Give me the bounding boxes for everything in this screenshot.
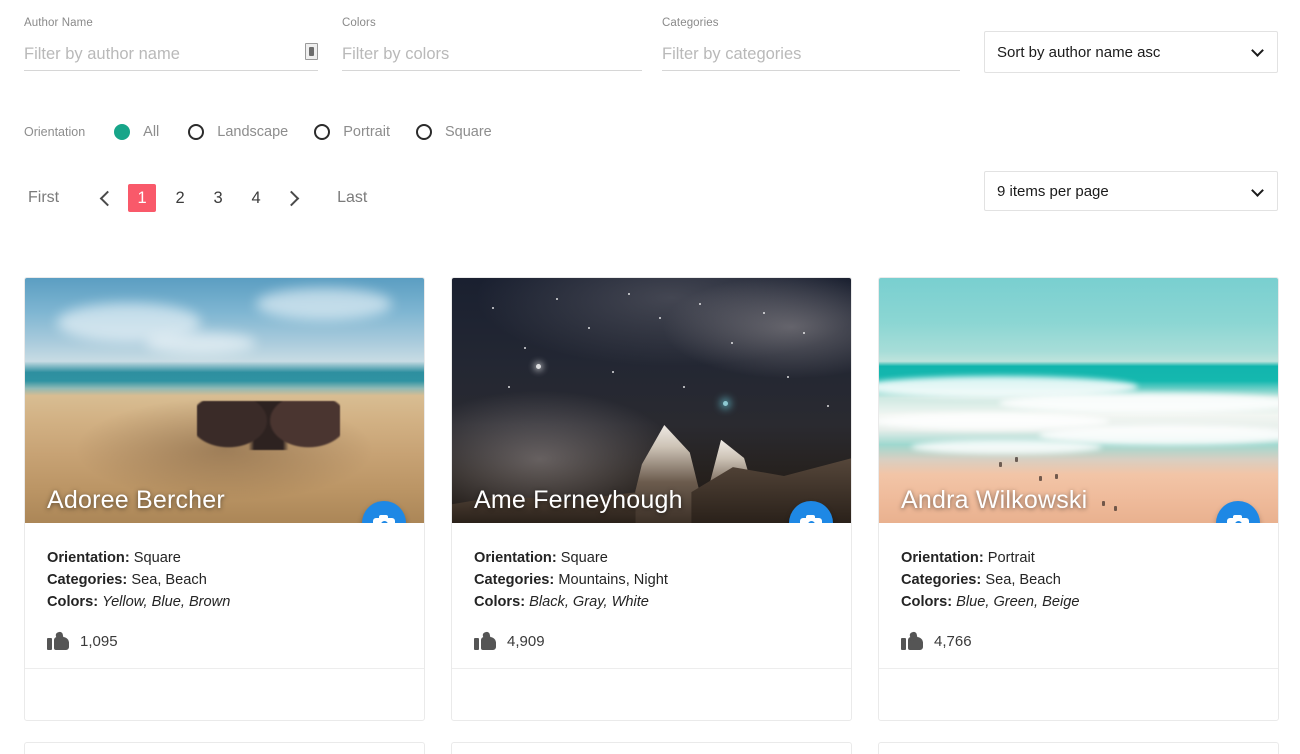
card-categories-line: Categories: Sea, Beach bbox=[901, 569, 1256, 591]
card-likes-count: 4,766 bbox=[934, 632, 972, 650]
pagination-next-icon[interactable] bbox=[275, 180, 307, 216]
card-orientation-line: Orientation: Square bbox=[47, 547, 402, 569]
photo-card-grid-next-row bbox=[24, 742, 1280, 754]
colors-prefix-label: Colors: bbox=[901, 594, 953, 610]
orientation-option-label: Portrait bbox=[343, 124, 390, 140]
categories-prefix-label: Categories: bbox=[47, 572, 128, 588]
pagination-page-2[interactable]: 2 bbox=[166, 184, 194, 212]
orientation-option-label: All bbox=[143, 124, 160, 140]
card-body: Orientation: Portrait Categories: Sea, B… bbox=[879, 523, 1278, 668]
pagination-page-1[interactable]: 1 bbox=[128, 184, 157, 212]
card-categories-value: Sea, Beach bbox=[131, 572, 207, 588]
orientation-radio-portrait[interactable]: Portrait bbox=[314, 124, 390, 140]
camera-icon bbox=[1227, 514, 1249, 523]
card-media: Adoree Bercher bbox=[25, 278, 424, 523]
card-orientation-line: Orientation: Square bbox=[474, 547, 829, 569]
card-author-name: Adoree Bercher bbox=[47, 486, 225, 514]
card-body: Orientation: Square Categories: Sea, Bea… bbox=[25, 523, 424, 668]
card-categories-value: Sea, Beach bbox=[985, 572, 1061, 588]
items-per-page-select[interactable]: 9 items per page bbox=[984, 171, 1278, 211]
categories-input-wrapper bbox=[662, 41, 960, 71]
colors-input[interactable] bbox=[342, 41, 642, 68]
card-body: Orientation: Square Categories: Mountain… bbox=[452, 523, 851, 668]
radio-unselected-icon bbox=[415, 124, 432, 140]
card-orientation-line: Orientation: Portrait bbox=[901, 547, 1256, 569]
filter-bar: Author Name Colors Categories Sort by au… bbox=[0, 0, 1300, 100]
pagination-first-button[interactable]: First bbox=[24, 183, 63, 213]
colors-prefix-label: Colors: bbox=[474, 594, 526, 610]
colors-prefix-label: Colors: bbox=[47, 594, 99, 610]
pagination: First 1 2 3 4 Last bbox=[24, 180, 371, 216]
card-author-name: Andra Wilkowski bbox=[901, 486, 1088, 514]
thumbs-up-icon bbox=[47, 631, 69, 650]
sort-select[interactable]: Sort by author name asc bbox=[984, 31, 1278, 73]
orientation-option-label: Landscape bbox=[217, 124, 289, 140]
radio-unselected-icon bbox=[188, 124, 205, 140]
categories-input[interactable] bbox=[662, 41, 960, 68]
author-name-label: Author Name bbox=[24, 17, 93, 29]
thumbs-up-icon bbox=[474, 631, 496, 650]
card-categories-line: Categories: Mountains, Night bbox=[474, 569, 829, 591]
photo-card[interactable]: Adoree Bercher Orientation: Square Categ… bbox=[24, 277, 425, 721]
card-colors-value: Black, Gray, White bbox=[529, 594, 649, 610]
card-categories-value: Mountains, Night bbox=[558, 572, 668, 588]
orientation-prefix-label: Orientation: bbox=[47, 550, 130, 566]
card-colors-line: Colors: Blue, Green, Beige bbox=[901, 591, 1256, 613]
photo-card[interactable]: Andra Wilkowski Orientation: Portrait Ca… bbox=[878, 277, 1279, 721]
datalist-icon[interactable] bbox=[305, 43, 318, 60]
pagination-page-4[interactable]: 4 bbox=[242, 184, 270, 212]
orientation-radio-landscape[interactable]: Landscape bbox=[188, 124, 288, 140]
pagination-prev-icon[interactable] bbox=[91, 180, 123, 216]
card-likes: 4,909 bbox=[474, 631, 829, 650]
card-footer-spacer bbox=[452, 668, 851, 720]
categories-prefix-label: Categories: bbox=[901, 572, 982, 588]
card-likes: 4,766 bbox=[901, 631, 1256, 650]
orientation-group-label: Orientation bbox=[24, 125, 86, 139]
card-colors-line: Colors: Yellow, Blue, Brown bbox=[47, 591, 402, 613]
camera-icon bbox=[800, 514, 822, 523]
card-colors-line: Colors: Black, Gray, White bbox=[474, 591, 829, 613]
card-likes-count: 4,909 bbox=[507, 632, 545, 650]
card-author-name: Ame Ferneyhough bbox=[474, 486, 683, 514]
card-colors-value: Blue, Green, Beige bbox=[956, 594, 1080, 610]
pagination-last-button[interactable]: Last bbox=[333, 183, 371, 213]
author-name-field: Author Name bbox=[24, 16, 318, 71]
photo-card[interactable]: Ame Ferneyhough Orientation: Square Cate… bbox=[451, 277, 852, 721]
thumbs-up-icon bbox=[901, 631, 923, 650]
categories-label: Categories bbox=[662, 17, 719, 29]
photo-card[interactable] bbox=[24, 742, 425, 754]
orientation-option-label: Square bbox=[444, 124, 492, 140]
card-likes-count: 1,095 bbox=[80, 632, 118, 650]
card-categories-line: Categories: Sea, Beach bbox=[47, 569, 402, 591]
orientation-prefix-label: Orientation: bbox=[474, 550, 557, 566]
card-colors-value: Yellow, Blue, Brown bbox=[102, 594, 231, 610]
orientation-filter-group: Orientation All Landscape Portrait Squar… bbox=[24, 124, 518, 140]
card-footer-spacer bbox=[25, 668, 424, 720]
photo-card[interactable] bbox=[878, 742, 1279, 754]
radio-selected-icon bbox=[114, 124, 131, 140]
orientation-radio-all[interactable]: All bbox=[114, 124, 159, 140]
card-media: Andra Wilkowski bbox=[879, 278, 1278, 523]
author-name-input[interactable] bbox=[24, 41, 318, 68]
author-name-input-wrapper bbox=[24, 41, 318, 71]
photo-card[interactable] bbox=[451, 742, 852, 754]
pagination-page-3[interactable]: 3 bbox=[204, 184, 232, 212]
card-orientation-value: Portrait bbox=[987, 550, 1035, 566]
card-orientation-value: Square bbox=[133, 550, 181, 566]
camera-icon bbox=[373, 514, 395, 523]
card-footer-spacer bbox=[879, 668, 1278, 720]
categories-prefix-label: Categories: bbox=[474, 572, 555, 588]
card-media: Ame Ferneyhough bbox=[452, 278, 851, 523]
categories-field: Categories bbox=[662, 16, 960, 71]
colors-label: Colors bbox=[342, 17, 376, 29]
orientation-radio-square[interactable]: Square bbox=[415, 124, 492, 140]
radio-unselected-icon bbox=[314, 124, 331, 140]
orientation-prefix-label: Orientation: bbox=[901, 550, 984, 566]
photo-card-grid: Adoree Bercher Orientation: Square Categ… bbox=[24, 277, 1280, 721]
colors-input-wrapper bbox=[342, 41, 642, 71]
card-orientation-value: Square bbox=[560, 550, 608, 566]
colors-field: Colors bbox=[342, 16, 642, 71]
card-likes: 1,095 bbox=[47, 631, 402, 650]
